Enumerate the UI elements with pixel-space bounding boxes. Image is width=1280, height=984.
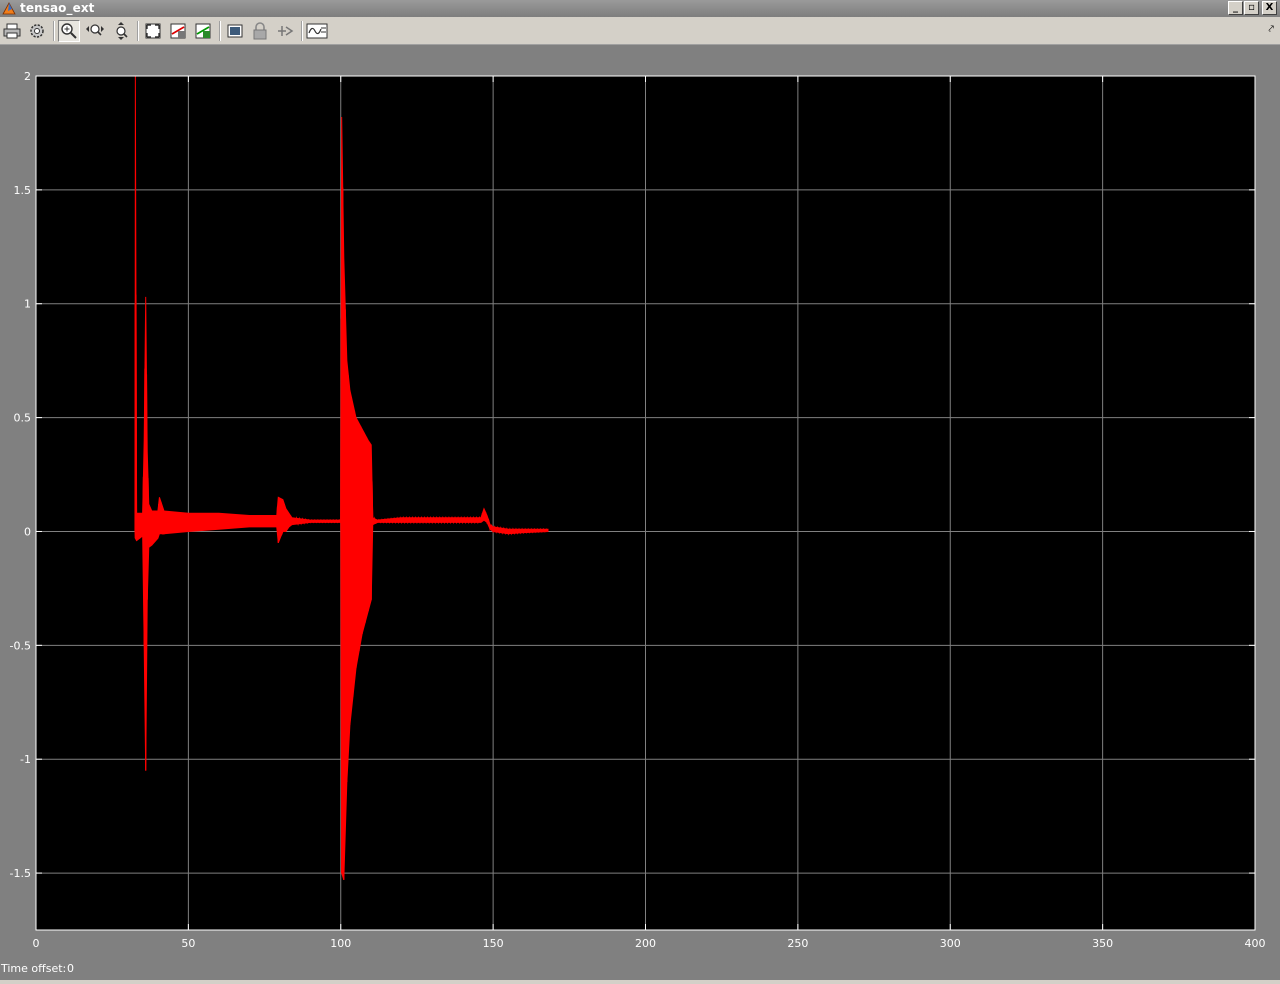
scope-plot[interactable]: 0 50 100 150 200 250 300 350 400 -1.5 -1 -0.5 0 0.5 1 1… — [0, 44, 1280, 956]
toolbar-overflow-icon[interactable]: ⤤ — [1268, 24, 1274, 35]
y-tick-label: -1 — [20, 753, 31, 766]
x-tick-label: 250 — [787, 937, 808, 950]
x-tick-label: 200 — [635, 937, 656, 950]
x-tick-label: 50 — [181, 937, 195, 950]
y-tick-label: 1 — [24, 298, 31, 311]
restore-button[interactable]: ▫ — [1244, 1, 1259, 15]
lock-icon — [253, 22, 267, 40]
x-tick-label: 150 — [483, 937, 504, 950]
y-tick-label: 0.5 — [14, 412, 32, 425]
chart-svg[interactable]: 0 50 100 150 200 250 300 350 400 -1.5 -1 -0.5 0 0.5 1 1… — [0, 44, 1280, 956]
print-icon — [3, 23, 21, 39]
zoom-x-icon — [86, 24, 104, 36]
legend-button[interactable] — [306, 20, 328, 42]
time-offset-value: 0 — [67, 962, 74, 975]
window-title: tensao_ext — [20, 1, 95, 15]
minimize-button[interactable]: _ — [1228, 1, 1243, 15]
floating-scope-icon — [227, 24, 243, 38]
minimize-icon: _ — [1233, 2, 1238, 13]
floating-scope-button[interactable] — [224, 20, 246, 42]
parameters-button[interactable] — [26, 20, 48, 42]
zoom-x-button[interactable] — [84, 20, 106, 42]
y-tick-label: -1.5 — [10, 867, 31, 880]
signal-selector-icon — [278, 26, 294, 36]
toolbar-separator — [53, 21, 55, 41]
zoom-y-button[interactable] — [110, 20, 132, 42]
y-tick-label: 0 — [24, 525, 31, 538]
x-tick-label: 300 — [940, 937, 961, 950]
window-bottom-edge — [0, 980, 1280, 984]
restore-axes-button[interactable] — [192, 20, 214, 42]
gear-icon — [30, 24, 44, 38]
x-tick-label: 400 — [1245, 937, 1266, 950]
zoom-icon — [61, 23, 77, 39]
y-tick-label: 2 — [24, 70, 31, 83]
toolbar-separator — [301, 21, 303, 41]
close-icon: X — [1265, 2, 1274, 13]
save-axes-icon — [170, 23, 186, 39]
title-bar: tensao_ext _ ▫ X — [0, 0, 1280, 17]
y-tick-label: 1.5 — [14, 184, 32, 197]
toolbar-separator — [219, 21, 221, 41]
y-tick-label: -0.5 — [10, 639, 31, 652]
restore-icon: ▫ — [1248, 2, 1255, 13]
autoscale-button[interactable] — [142, 20, 164, 42]
lock-axes-button[interactable] — [249, 20, 271, 42]
zoom-y-icon — [116, 22, 128, 40]
restore-axes-icon — [195, 23, 211, 39]
toolbar: ⤤ — [0, 17, 1280, 45]
x-tick-label: 100 — [330, 937, 351, 950]
save-axes-button[interactable] — [167, 20, 189, 42]
signal-selection-button[interactable] — [274, 20, 296, 42]
print-button[interactable] — [1, 20, 23, 42]
toolbar-separator — [137, 21, 139, 41]
close-button[interactable]: X — [1262, 1, 1277, 15]
autoscale-icon — [145, 23, 161, 39]
x-tick-label: 350 — [1092, 937, 1113, 950]
x-tick-label: 0 — [33, 937, 40, 950]
matlab-logo-icon — [2, 2, 16, 15]
zoom-button[interactable] — [58, 20, 80, 42]
time-offset-label: Time offset: — [1, 962, 67, 975]
signal-legend-icon — [306, 23, 328, 39]
